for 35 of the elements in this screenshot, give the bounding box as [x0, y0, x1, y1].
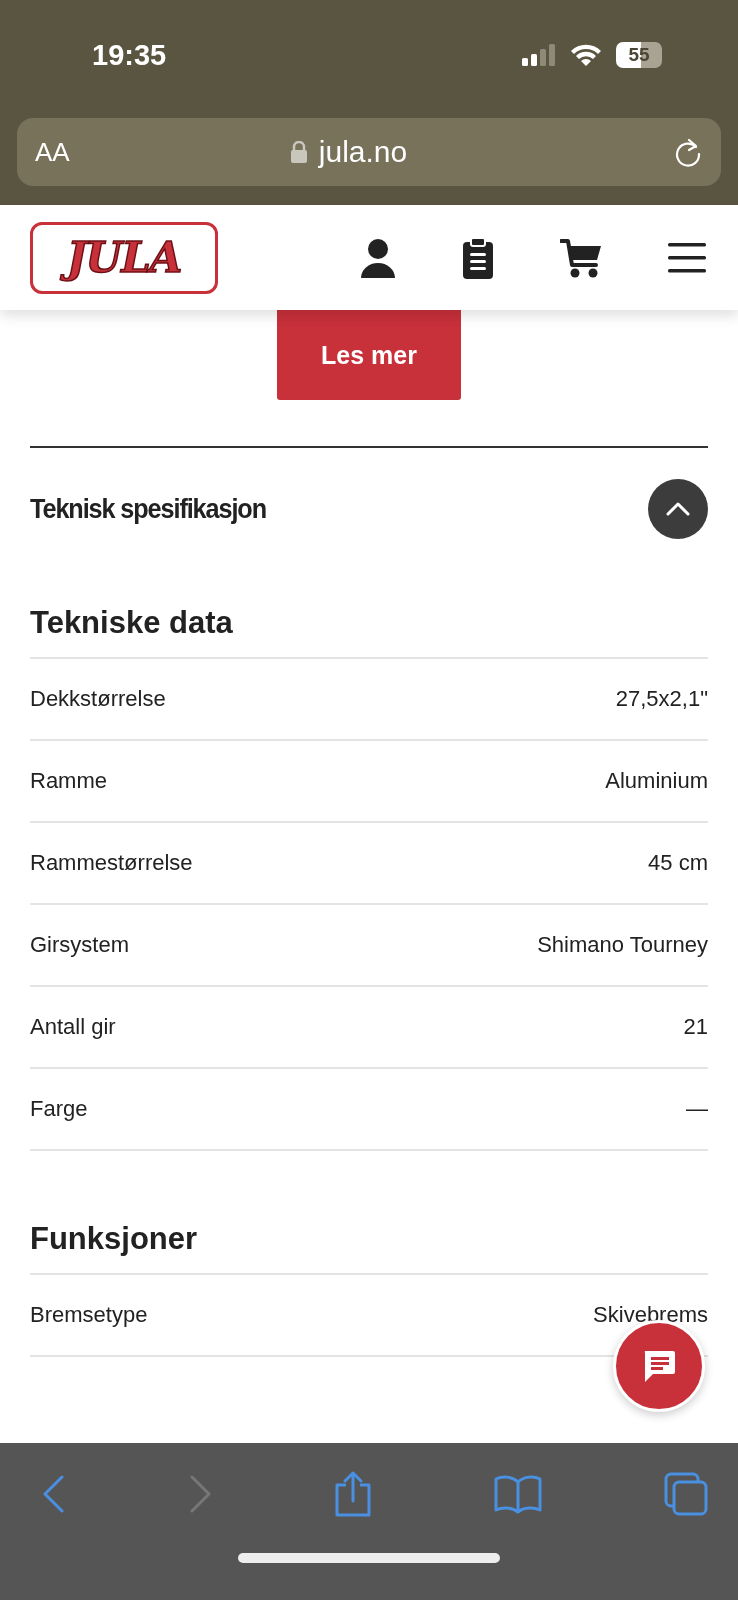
logo[interactable]: JULA: [30, 221, 218, 294]
reload-icon[interactable]: [673, 137, 703, 167]
url-text: jula.no: [318, 135, 408, 169]
signal-icon: [522, 44, 556, 66]
wifi-icon: [570, 43, 602, 67]
spec-value: 21: [683, 1014, 708, 1040]
text-size-button[interactable]: AA: [35, 136, 115, 168]
spec-value: 27,5x2,1": [615, 686, 708, 712]
collapse-button[interactable]: [648, 479, 708, 539]
address-bar[interactable]: AA jula.no: [17, 118, 721, 186]
spec-value: 45 cm: [648, 850, 708, 876]
spec-value: Shimano Tourney: [537, 932, 708, 958]
chevron-icon: [665, 501, 691, 517]
spec-label: Ramme: [30, 768, 107, 794]
spec-value: —: [686, 1096, 708, 1122]
cart-icon[interactable]: [560, 237, 602, 278]
status-time: 19:35: [92, 38, 167, 72]
clipboard-icon[interactable]: [462, 236, 494, 279]
battery-icon: 55: [616, 42, 662, 68]
accordion-title[interactable]: Teknisk spesifikasjon: [30, 493, 266, 525]
spec-label: Rammestørrelse: [30, 850, 193, 876]
lock-icon: [290, 141, 307, 163]
spec-label: Girsystem: [30, 932, 129, 958]
read-more-button[interactable]: Les mer: [277, 310, 461, 400]
section-heading: Funksjoner: [30, 1221, 708, 1275]
spec-label: Farge: [30, 1096, 88, 1122]
section-heading: Tekniske data: [30, 605, 708, 659]
user-icon[interactable]: [360, 237, 396, 278]
menu-icon[interactable]: [668, 241, 706, 274]
spec-label: Antall gir: [30, 1014, 116, 1040]
spec-label: Bremsetype: [30, 1302, 148, 1328]
spec-label: Dekkstørrelse: [30, 686, 166, 712]
spec-value: Skivebrems: [593, 1302, 708, 1328]
chat-button[interactable]: [613, 1320, 705, 1412]
spec-value: Aluminium: [605, 768, 708, 794]
